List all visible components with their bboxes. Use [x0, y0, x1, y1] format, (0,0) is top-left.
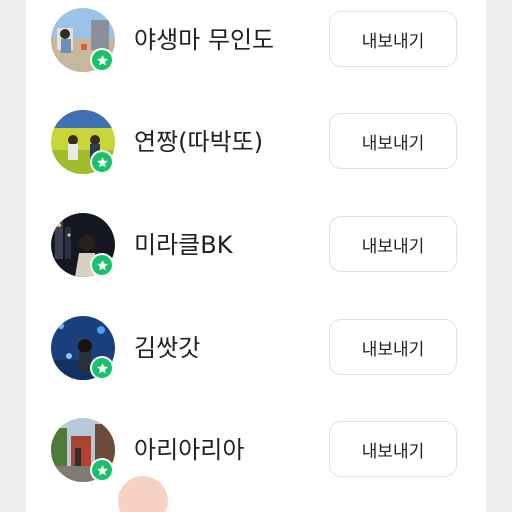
star-icon	[92, 358, 112, 378]
star-badge	[90, 253, 114, 277]
user-name: 김쌋갓	[134, 334, 201, 362]
star-badge	[90, 150, 114, 174]
list-item: 미라클BK 내보내기	[26, 205, 486, 307]
star-icon	[92, 50, 112, 70]
list-item: 김쌋갓 내보내기	[26, 308, 486, 410]
export-button[interactable]: 내보내기	[329, 216, 457, 272]
user-name: 미라클BK	[134, 231, 233, 259]
list-item: 연짱(따박또) 내보내기	[26, 102, 486, 204]
export-button[interactable]: 내보내기	[329, 11, 457, 67]
star-icon	[92, 460, 112, 480]
user-name: 연짱(따박또)	[134, 128, 264, 156]
list-item: 아리아리아 내보내기	[26, 410, 486, 512]
star-badge	[90, 458, 114, 482]
list-item: 야생마 무인도 내보내기	[26, 0, 486, 102]
star-icon	[92, 255, 112, 275]
member-list-panel: 야생마 무인도 내보내기 연짱(따박또) 내보내기 미라클BK 내보내기 김쌋갓…	[26, 0, 486, 512]
star-badge	[90, 48, 114, 72]
star-badge	[90, 356, 114, 380]
user-name: 아리아리아	[134, 436, 245, 464]
export-button[interactable]: 내보내기	[329, 113, 457, 169]
star-icon	[92, 152, 112, 172]
export-button[interactable]: 내보내기	[329, 421, 457, 477]
export-button[interactable]: 내보내기	[329, 319, 457, 375]
user-name: 야생마 무인도	[134, 26, 275, 54]
